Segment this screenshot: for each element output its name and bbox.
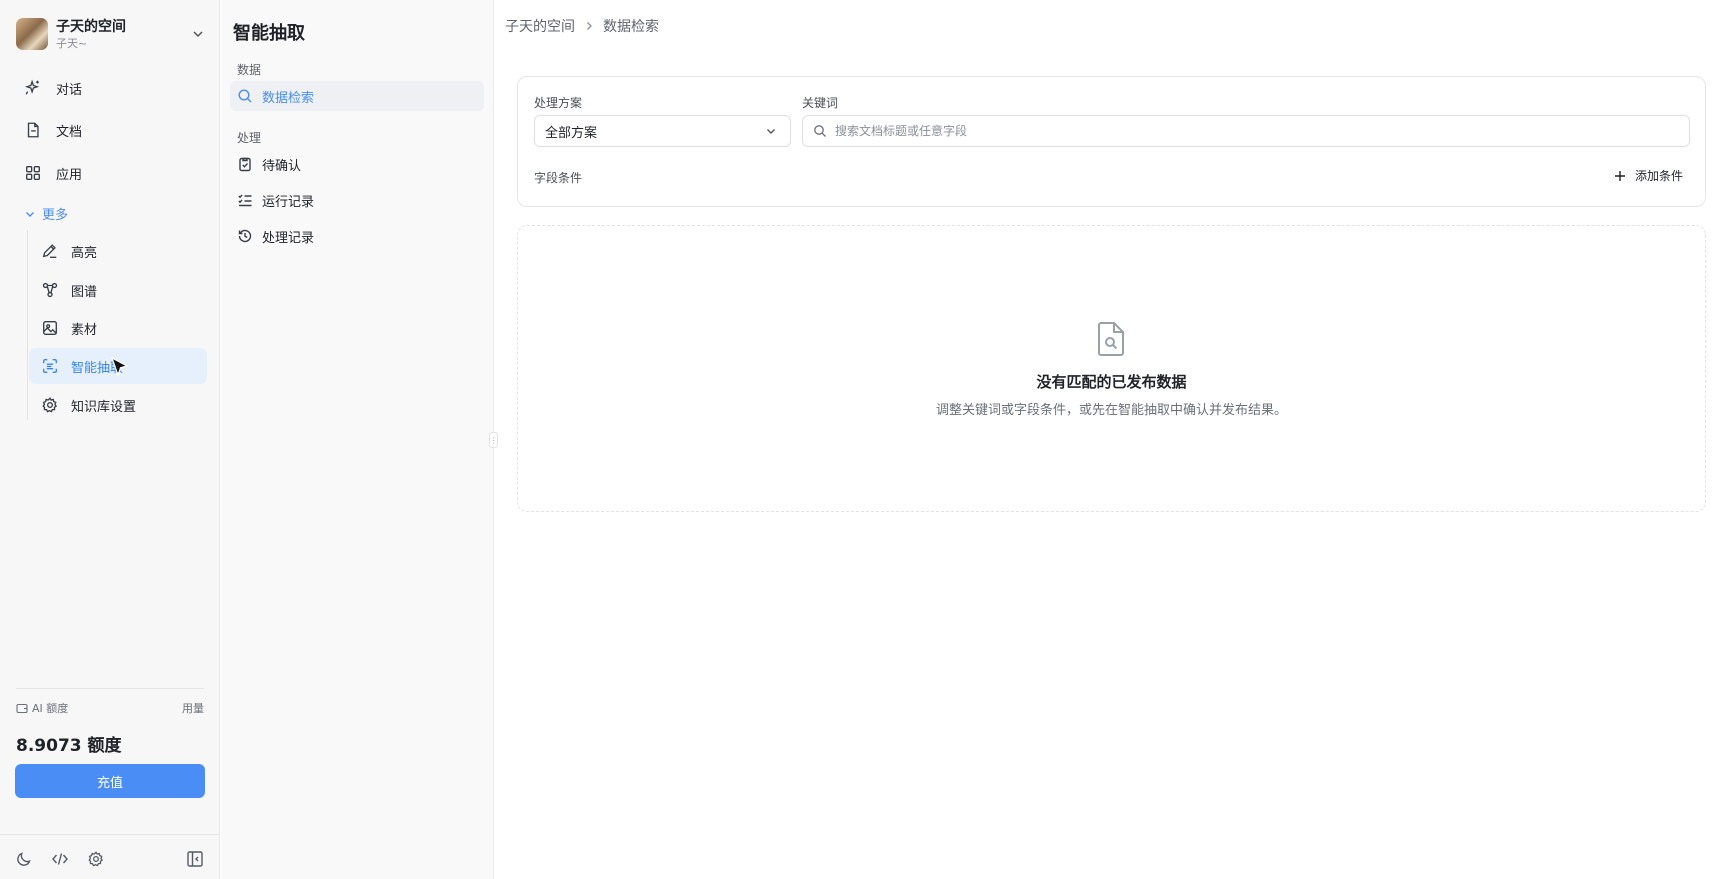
keyword-field[interactable] bbox=[802, 115, 1690, 147]
panel-title: 智能抽取 bbox=[233, 23, 305, 44]
add-condition-label: 添加条件 bbox=[1634, 169, 1683, 183]
nav-apps-label: 应用 bbox=[56, 167, 83, 183]
panel-item-data-search[interactable]: 数据检索 bbox=[230, 81, 484, 111]
nav-docs-label: 文档 bbox=[56, 124, 83, 140]
graph-icon bbox=[42, 282, 58, 298]
nav-chat[interactable]: 对话 bbox=[14, 70, 206, 106]
nav-kb-settings-label: 知识库设置 bbox=[71, 399, 137, 415]
quota-value: 8.9073 额度 bbox=[16, 736, 122, 756]
recharge-button[interactable]: 充值 bbox=[15, 764, 205, 798]
image-icon bbox=[43, 321, 57, 335]
search-icon bbox=[238, 89, 252, 103]
nav-chat-label: 对话 bbox=[56, 82, 83, 98]
panel-item-run-log[interactable]: 运行记录 bbox=[230, 185, 484, 215]
panel-item-label: 运行记录 bbox=[262, 194, 315, 210]
empty-description: 调整关键词或字段条件，或先在智能抽取中确认并发布结果。 bbox=[935, 403, 1287, 418]
nav-assets[interactable]: 素材 bbox=[29, 310, 207, 346]
section-label-data: 数据 bbox=[237, 63, 262, 77]
search-icon bbox=[814, 125, 826, 137]
workspace-switcher[interactable]: 子天的空间 子天~ bbox=[16, 17, 206, 51]
plus-icon bbox=[1614, 170, 1625, 181]
code-icon[interactable] bbox=[51, 850, 69, 868]
breadcrumb: 子天的空间 数据检索 bbox=[505, 16, 659, 36]
breadcrumb-root[interactable]: 子天的空间 bbox=[505, 16, 575, 36]
nav-kb-settings[interactable]: 知识库设置 bbox=[29, 387, 207, 423]
quota-label: AI 额度 bbox=[32, 702, 69, 715]
add-condition-button[interactable]: 添加条件 bbox=[1613, 167, 1683, 184]
nav-assets-label: 素材 bbox=[71, 322, 98, 338]
resize-handle[interactable]: ⋮ bbox=[489, 432, 498, 448]
keyword-label: 关键词 bbox=[802, 96, 839, 110]
empty-state: 没有匹配的已发布数据 调整关键词或字段条件，或先在智能抽取中确认并发布结果。 bbox=[517, 225, 1706, 512]
workspace-name: 子天的空间 bbox=[56, 18, 126, 35]
gear-icon bbox=[42, 397, 58, 413]
divider bbox=[0, 834, 220, 835]
clipboard-check-icon bbox=[239, 157, 251, 172]
scheme-select-value: 全部方案 bbox=[545, 125, 598, 141]
scan-text-icon bbox=[43, 359, 57, 373]
chevron-right-icon bbox=[587, 22, 592, 30]
divider bbox=[16, 688, 204, 689]
chevron-down-icon[interactable] bbox=[190, 26, 206, 42]
panel-item-pending[interactable]: 待确认 bbox=[230, 149, 484, 179]
empty-title: 没有匹配的已发布数据 bbox=[1036, 373, 1187, 391]
nav-highlight-label: 高亮 bbox=[71, 245, 98, 261]
nav-graph-label: 图谱 bbox=[71, 284, 98, 300]
section-label-process: 处理 bbox=[237, 131, 262, 145]
chevron-down-icon bbox=[767, 129, 775, 134]
nav-docs[interactable]: 文档 bbox=[14, 112, 206, 148]
moon-icon[interactable] bbox=[15, 850, 33, 868]
filter-card: 处理方案 关键词 全部方案 字段条件 添加条件 bbox=[517, 76, 1706, 207]
avatar bbox=[16, 18, 48, 50]
settings-gear-icon[interactable] bbox=[87, 850, 105, 868]
nav-more-toggle[interactable]: 更多 bbox=[24, 204, 68, 223]
panel-item-label: 待确认 bbox=[262, 158, 302, 174]
document-icon bbox=[27, 122, 39, 138]
extract-panel: 智能抽取 数据 数据检索 处理 待确认 运行记录 处理记录 bbox=[221, 0, 494, 879]
collapse-sidebar-icon[interactable] bbox=[186, 850, 204, 868]
nav-apps[interactable]: 应用 bbox=[14, 155, 206, 191]
wallet-icon bbox=[16, 703, 28, 714]
panel-item-label: 处理记录 bbox=[262, 230, 315, 246]
file-search-icon bbox=[1098, 322, 1124, 356]
highlighter-icon bbox=[42, 244, 57, 258]
mouse-cursor-icon bbox=[111, 357, 129, 377]
workspace-user: 子天~ bbox=[56, 36, 88, 50]
scheme-select[interactable]: 全部方案 bbox=[534, 115, 791, 147]
nav-more-label: 更多 bbox=[42, 208, 69, 223]
list-check-icon bbox=[238, 194, 252, 207]
nav-highlight[interactable]: 高亮 bbox=[29, 233, 207, 269]
chevron-down-icon bbox=[26, 211, 34, 217]
breadcrumb-current: 数据检索 bbox=[603, 19, 659, 35]
nav-graph[interactable]: 图谱 bbox=[29, 272, 207, 308]
panel-item-process-log[interactable]: 处理记录 bbox=[230, 221, 484, 251]
usage-link[interactable]: 用量 bbox=[182, 700, 204, 716]
panel-item-label: 数据检索 bbox=[262, 90, 315, 106]
keyword-input[interactable] bbox=[835, 124, 1675, 138]
sparkle-icon bbox=[24, 79, 40, 95]
scheme-label: 处理方案 bbox=[534, 96, 583, 110]
apps-grid-icon bbox=[26, 166, 40, 180]
history-icon bbox=[238, 229, 252, 243]
sidebar: 子天的空间 子天~ 对话 文档 应用 更多 高亮 图谱 素材 智能抽取 知识库设… bbox=[0, 0, 220, 879]
field-conditions-label: 字段条件 bbox=[534, 171, 583, 185]
subtree-line bbox=[27, 230, 28, 420]
